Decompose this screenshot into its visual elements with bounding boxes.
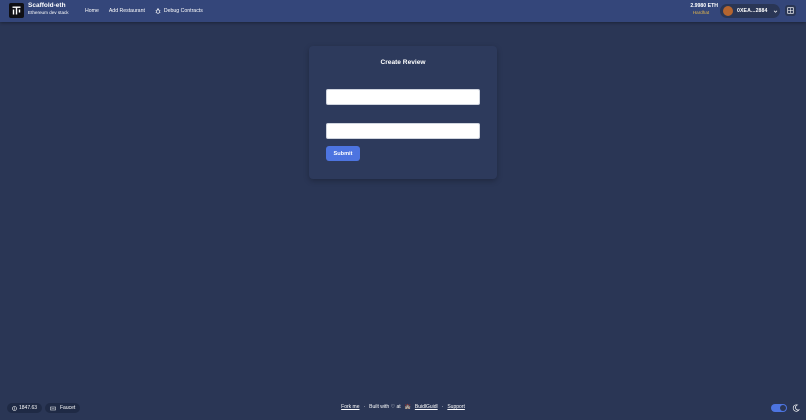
theme-toggle[interactable] — [771, 404, 787, 412]
heart-icon: ♡ — [390, 404, 396, 410]
submit-button[interactable]: Submit — [326, 146, 360, 161]
brand-title: Scaffold-eth — [28, 2, 66, 9]
nav-debug-contracts-label: Debug Contracts — [163, 8, 203, 14]
built-with-at: at — [396, 404, 401, 410]
nav-home[interactable]: Home — [80, 5, 104, 17]
fork-me-link[interactable]: Fork me — [341, 404, 359, 410]
footer-links: Fork me · Built with ♡ at 🏰 BuidlGuidl ·… — [0, 404, 806, 410]
scaffold-logo-icon[interactable] — [9, 3, 24, 18]
built-with-prefix: Built with — [369, 404, 390, 410]
brand-subtitle: Ethereum dev stack — [28, 10, 69, 15]
qr-code-icon — [787, 7, 794, 14]
buidlguidl-logo-icon: 🏰 — [404, 404, 411, 410]
network-name: Hardhat — [692, 10, 710, 16]
support-link[interactable]: Support — [447, 404, 465, 410]
qr-code-button[interactable] — [785, 5, 796, 16]
review-input-2[interactable] — [326, 123, 480, 139]
account-dropdown-button[interactable]: 0XEA...2884 — [720, 4, 780, 18]
form-title: Create Review — [380, 59, 426, 66]
balance-eth: 2.9980 ETH — [690, 3, 718, 9]
toggle-knob — [780, 405, 786, 411]
brand[interactable]: Scaffold-eth Ethereum dev stack — [28, 2, 69, 16]
chevron-down-icon — [773, 10, 777, 13]
bug-icon — [155, 8, 161, 14]
nav-add-restaurant-label: Add Restaurant — [108, 8, 145, 14]
footer-separator: · — [441, 404, 444, 410]
nav-debug-contracts[interactable]: Debug Contracts — [150, 5, 208, 17]
wallet-balance: 2.9980 ETH Hardhat — [684, 3, 718, 16]
review-input-1[interactable] — [326, 89, 480, 105]
nav-home-label: Home — [85, 8, 99, 14]
avatar — [723, 6, 733, 16]
built-with-text: Built with ♡ at — [369, 404, 400, 410]
nav-add-restaurant[interactable]: Add Restaurant — [104, 5, 150, 17]
footer-separator: · — [363, 404, 366, 410]
create-review-card: Create Review Submit — [309, 46, 497, 179]
buidlguidl-link[interactable]: BuidlGuidl — [415, 404, 438, 410]
moon-icon — [792, 404, 800, 412]
account-address: 0XEA...2884 — [737, 8, 768, 14]
top-navbar: Scaffold-eth Ethereum dev stack Home Add… — [0, 0, 806, 22]
main-nav: Home Add Restaurant Debug Contracts — [80, 0, 208, 22]
